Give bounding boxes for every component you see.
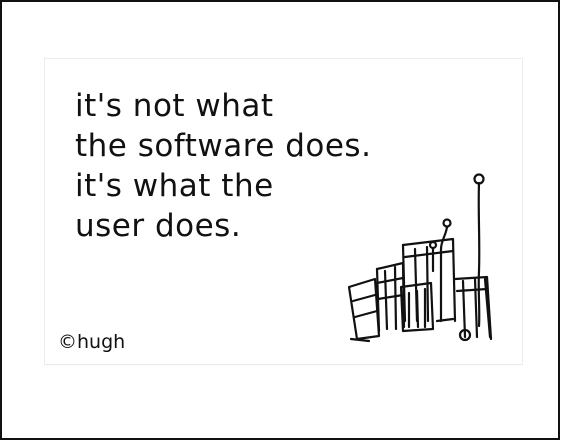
- quote-line-3: it's what the: [75, 168, 274, 204]
- quote-text: it's not what the software does. it's wh…: [75, 86, 371, 246]
- quote-line-1: it's not what: [75, 88, 274, 124]
- hand-drawn-city-icon: [345, 171, 505, 343]
- image-frame: it's not what the software does. it's wh…: [0, 0, 560, 440]
- signature: ©hugh: [58, 331, 126, 353]
- quote-line-4: user does.: [75, 208, 242, 244]
- quote-line-2: the software does.: [75, 128, 372, 164]
- cartoon-card: it's not what the software does. it's wh…: [45, 59, 522, 364]
